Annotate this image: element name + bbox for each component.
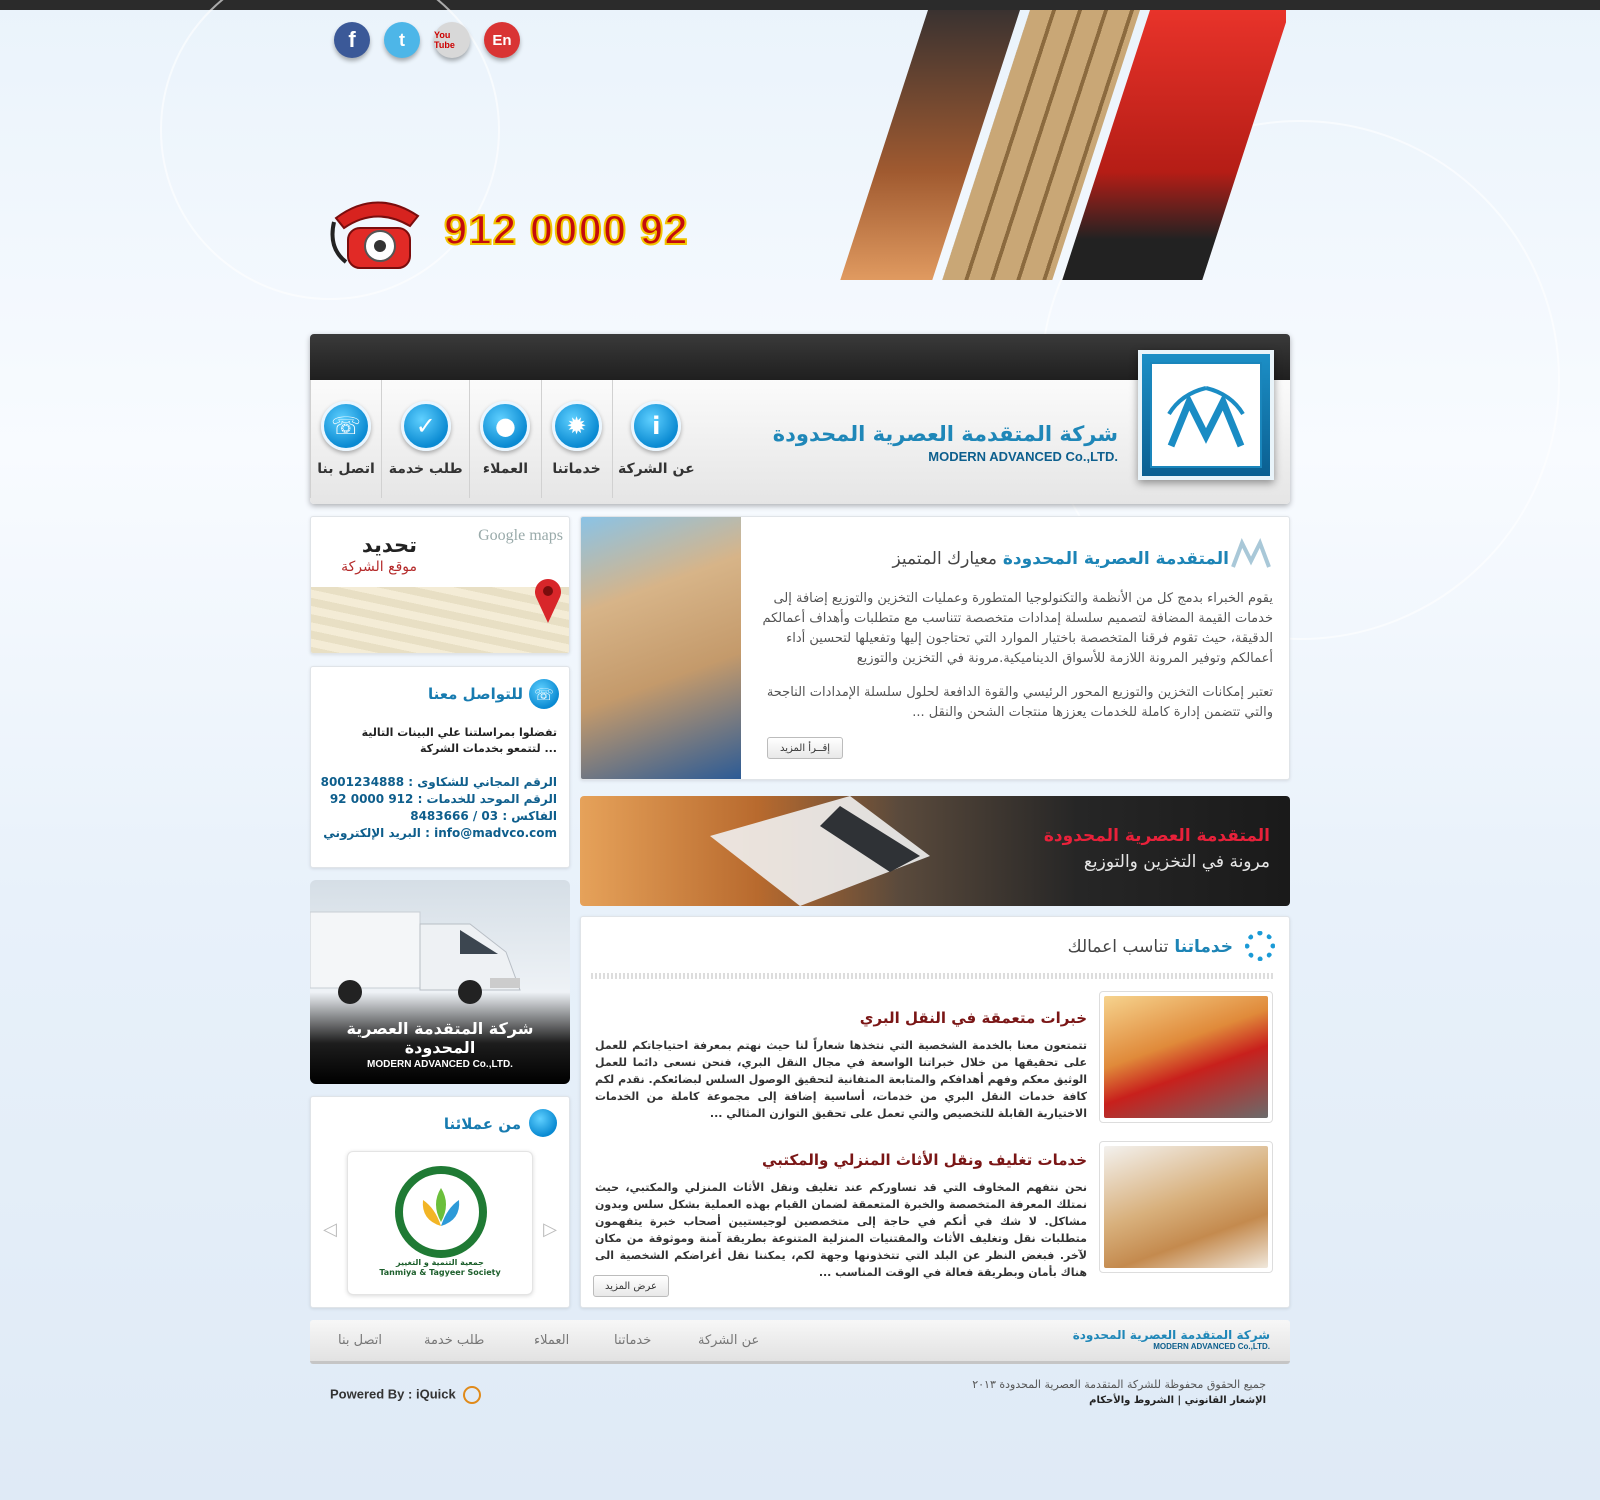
- chevron-left-icon[interactable]: ◁: [323, 1219, 337, 1240]
- site-header: شركة المتقدمة العصرية المحدودة MODERN AD…: [310, 334, 1290, 504]
- user-icon: [529, 1109, 557, 1137]
- brand-name-english: MODERN ADVANCED Co.,LTD.: [928, 449, 1118, 464]
- fax-number: 03 / 8483666: [410, 809, 499, 823]
- map-image: [311, 587, 569, 653]
- phone-number[interactable]: 912 0000 92: [443, 205, 689, 254]
- info-icon: i: [631, 401, 682, 451]
- unified-number[interactable]: 912 0000 92: [330, 792, 414, 806]
- twitter-icon[interactable]: t: [384, 22, 420, 58]
- checkmark-icon: ✓: [400, 401, 451, 451]
- telephone-icon: [326, 188, 426, 272]
- brand-name-arabic: شركة المتقدمة العصرية المحدودة: [772, 422, 1118, 446]
- client-name-english: Tanmiya & Tagyeer Society: [379, 1268, 501, 1277]
- gear-icon: [1245, 931, 1275, 961]
- powered-by[interactable]: Powered By : iQuick: [330, 1386, 482, 1404]
- nav-item-request-service[interactable]: ✓ طلب خدمة: [381, 380, 469, 498]
- truck-banner-image: [710, 796, 930, 906]
- nav-item-contact[interactable]: ☏ اتصل بنا: [310, 380, 381, 498]
- service-image-truck[interactable]: [1099, 991, 1273, 1123]
- footer-link-services[interactable]: خدماتنا: [614, 1333, 651, 1348]
- english-language-button[interactable]: En: [484, 22, 520, 58]
- service-description: تتمتعون معنا بالخدمة الشخصية التي نتخذها…: [595, 1039, 1087, 1120]
- chevron-right-icon[interactable]: ▷: [543, 1219, 557, 1240]
- email-line: البريد الإلكتروني : info@madvco.com: [323, 826, 557, 840]
- footer-brand[interactable]: شركة المتقدمة العصرية المحدودة MODERN AD…: [1073, 1328, 1270, 1351]
- brand-name: شركة المتقدمة العصرية المحدودة MODERN AD…: [773, 422, 1118, 464]
- main-nav: i عن الشركة ✹ خدماتنا ● العملاء ✓ طلب خد…: [310, 380, 700, 498]
- copyright: جميع الحقوق محفوظة للشركة المتقدمة العصر…: [972, 1378, 1266, 1406]
- hero-image: [840, 10, 1286, 280]
- small-logo-icon: [1231, 538, 1271, 568]
- promo-banner[interactable]: المتقدمة العصرية المحدودة مرونة في التخز…: [580, 796, 1290, 906]
- map-pin-icon: [535, 579, 561, 623]
- read-more-button[interactable]: إقــرأ المزيد: [767, 737, 843, 759]
- email-link[interactable]: info@madvco.com: [434, 826, 557, 840]
- map-subtitle: موقع الشركة: [341, 559, 417, 575]
- company-location-map[interactable]: Google maps تحديد موقع الشركة: [310, 516, 570, 654]
- phone-icon: ☏: [321, 401, 372, 451]
- users-icon: ●: [480, 401, 531, 451]
- gear-icon: ✹: [551, 401, 602, 451]
- contact-intro: تفضلوا بمراسلتنا علي البينات التالية لتت…: [361, 726, 557, 755]
- about-text: يقوم الخبراء بدمج كل من الأنظمة والتكنول…: [762, 591, 1273, 720]
- footer-link-contact[interactable]: اتصل بنا: [338, 1333, 382, 1348]
- free-number-line: الرقم المجاني للشكاوى : 8001234888: [320, 775, 557, 789]
- truck-image: [310, 911, 521, 1004]
- footer-link-clients[interactable]: العملاء: [534, 1333, 569, 1348]
- legal-links[interactable]: الإشعار القانوني | الشروط والأحكام: [972, 1395, 1266, 1406]
- banner-title: المتقدمة العصرية المحدودة: [1043, 826, 1270, 846]
- about-title: المتقدمة العصرية المحدودة معيارك المتميز: [892, 549, 1229, 569]
- service-image-furniture[interactable]: [1099, 1141, 1273, 1273]
- contact-us-box: ☏ للتواصل معنا تفضلوا بمراسلتنا علي البي…: [310, 666, 570, 868]
- free-number[interactable]: 8001234888: [321, 775, 405, 789]
- iquick-icon: [463, 1386, 482, 1404]
- company-logo[interactable]: [1138, 350, 1274, 480]
- nav-item-about[interactable]: i عن الشركة: [611, 380, 700, 498]
- unified-number-line: الرقم الموحد للخدمات : 912 0000 92: [329, 792, 557, 806]
- youtube-icon[interactable]: You Tube: [434, 22, 470, 58]
- banner-subtitle: مرونة في التخزين والتوزيع: [1083, 852, 1270, 872]
- truck-card-brand-english: MODERN ADVANCED Co.,LTD.: [367, 1059, 513, 1070]
- clients-title: من عملائنا: [443, 1115, 521, 1133]
- warehouse-image: [581, 517, 741, 779]
- nav-item-services[interactable]: ✹ خدماتنا: [540, 380, 612, 498]
- google-maps-logo: Google maps: [478, 527, 563, 544]
- footer-nav: عن الشركة خدماتنا العملاء طلب خدمة اتصل …: [310, 1320, 1290, 1364]
- phone-icon: ☏: [529, 679, 559, 709]
- divider: [591, 973, 1275, 979]
- truck-card-brand-arabic: شركة المتقدمة العصرية المحدودة: [346, 1019, 534, 1057]
- map-title: تحديد: [361, 533, 417, 557]
- footer-link-about[interactable]: عن الشركة: [698, 1333, 759, 1348]
- phone-hotline: 912 0000 92: [326, 188, 689, 272]
- social-links: f t You Tube En: [334, 22, 520, 58]
- service-title[interactable]: خبرات متعمقة في النقل البري: [860, 1009, 1087, 1027]
- clients-box: من عملائنا ◁ ▷ جمعية التنمية و التغيير T…: [310, 1096, 570, 1308]
- service-description: نحن نتفهم المخاوف التي قد تساوركم عند تغ…: [595, 1181, 1087, 1279]
- nav-item-clients[interactable]: ● العملاء: [469, 380, 540, 498]
- contact-title: للتواصل معنا: [427, 685, 523, 703]
- client-name-arabic: جمعية التنمية و التغيير: [396, 1258, 484, 1267]
- services-title: خدماتنا تناسب اعمالك: [1067, 937, 1233, 957]
- services-section: خدماتنا تناسب اعمالك خبرات متعمقة في الن…: [580, 916, 1290, 1308]
- about-section: المتقدمة العصرية المحدودة معيارك المتميز…: [580, 516, 1290, 780]
- tanmiya-logo: [395, 1166, 487, 1258]
- client-logo-card[interactable]: جمعية التنمية و التغيير Tanmiya & Tagyee…: [347, 1151, 533, 1295]
- footer-link-request-service[interactable]: طلب خدمة: [424, 1333, 484, 1348]
- facebook-icon[interactable]: f: [334, 22, 370, 58]
- company-truck-card[interactable]: شركة المتقدمة العصرية المحدودة MODERN AD…: [310, 880, 570, 1084]
- show-more-button[interactable]: عرض المزيد: [593, 1275, 669, 1297]
- service-title[interactable]: خدمات تغليف ونقل الأثاث المنزلي والمكتبي: [762, 1151, 1087, 1169]
- fax-line: الفاكس : 03 / 8483666: [410, 809, 557, 823]
